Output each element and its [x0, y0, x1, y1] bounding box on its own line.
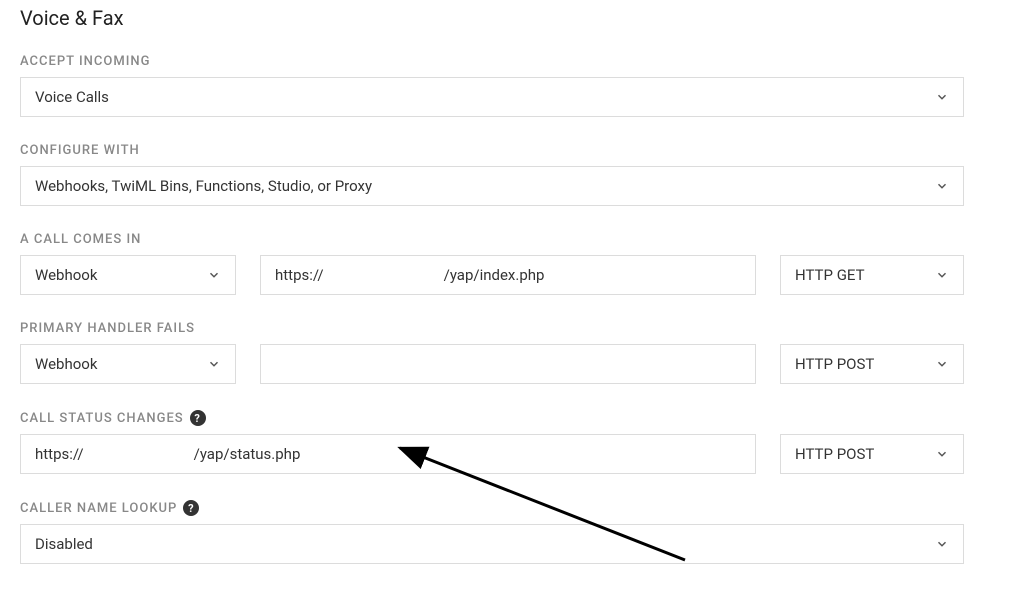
call-comes-in-method-select[interactable]: HTTP GET: [780, 255, 964, 295]
chevron-down-icon: [935, 537, 949, 551]
chevron-down-icon: [207, 357, 221, 371]
call-comes-in-handler-select[interactable]: Webhook: [20, 255, 236, 295]
help-icon[interactable]: ?: [183, 500, 199, 516]
section-title: Voice & Fax: [20, 6, 1004, 30]
call-comes-in-url-suffix: /yap/index.php: [444, 266, 545, 284]
caller-name-lookup-label: CALLER NAME LOOKUP ?: [20, 500, 1004, 516]
caller-name-lookup-group: CALLER NAME LOOKUP ? Disabled: [20, 500, 1004, 564]
call-comes-in-url-input[interactable]: https:// /yap/index.php: [260, 255, 756, 295]
caller-name-lookup-select[interactable]: Disabled: [20, 524, 964, 564]
call-comes-in-handler-value: Webhook: [35, 266, 97, 284]
configure-with-label: CONFIGURE WITH: [20, 143, 1004, 158]
accept-incoming-select[interactable]: Voice Calls: [20, 77, 964, 117]
primary-handler-fails-group: PRIMARY HANDLER FAILS Webhook HTTP POST: [20, 321, 1004, 384]
primary-handler-fails-method-value: HTTP POST: [795, 355, 874, 373]
chevron-down-icon: [935, 268, 949, 282]
call-status-changes-method-value: HTTP POST: [795, 445, 874, 463]
call-status-changes-label-text: CALL STATUS CHANGES: [20, 411, 184, 426]
call-status-changes-group: CALL STATUS CHANGES ? https:// /yap/statu…: [20, 410, 1004, 474]
chevron-down-icon: [935, 90, 949, 104]
chevron-down-icon: [935, 179, 949, 193]
accept-incoming-value: Voice Calls: [35, 88, 109, 106]
accept-incoming-label: ACCEPT INCOMING: [20, 54, 1004, 69]
configure-with-value: Webhooks, TwiML Bins, Functions, Studio,…: [35, 177, 372, 195]
configure-with-group: CONFIGURE WITH Webhooks, TwiML Bins, Fun…: [20, 143, 1004, 206]
caller-name-lookup-label-text: CALLER NAME LOOKUP: [20, 501, 177, 516]
chevron-down-icon: [207, 268, 221, 282]
help-icon[interactable]: ?: [190, 410, 206, 426]
configure-with-select[interactable]: Webhooks, TwiML Bins, Functions, Studio,…: [20, 166, 964, 206]
call-comes-in-url-prefix: https://: [275, 266, 324, 284]
primary-handler-fails-method-select[interactable]: HTTP POST: [780, 344, 964, 384]
call-comes-in-label: A CALL COMES IN: [20, 232, 1004, 247]
primary-handler-fails-handler-select[interactable]: Webhook: [20, 344, 236, 384]
caller-name-lookup-value: Disabled: [35, 535, 93, 553]
call-comes-in-group: A CALL COMES IN Webhook https:// /yap/ind…: [20, 232, 1004, 295]
primary-handler-fails-url-input[interactable]: [260, 344, 756, 384]
chevron-down-icon: [935, 447, 949, 461]
call-status-changes-method-select[interactable]: HTTP POST: [780, 434, 964, 474]
accept-incoming-group: ACCEPT INCOMING Voice Calls: [20, 54, 1004, 117]
call-status-changes-label: CALL STATUS CHANGES ?: [20, 410, 1004, 426]
call-status-changes-url-prefix: https://: [35, 445, 84, 463]
primary-handler-fails-label: PRIMARY HANDLER FAILS: [20, 321, 1004, 336]
chevron-down-icon: [935, 357, 949, 371]
primary-handler-fails-handler-value: Webhook: [35, 355, 97, 373]
call-status-changes-url-input[interactable]: https:// /yap/status.php: [20, 434, 756, 474]
call-comes-in-method-value: HTTP GET: [795, 266, 865, 284]
call-status-changes-url-suffix: /yap/status.php: [194, 445, 301, 463]
